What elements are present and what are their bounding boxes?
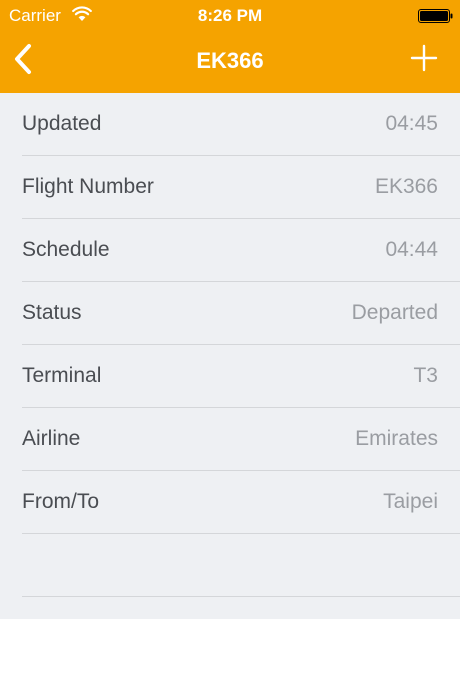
flight-details-list: Updated 04:45 Flight Number EK366 Schedu…: [0, 93, 460, 619]
detail-row-flight-number: Flight Number EK366: [0, 156, 460, 219]
detail-label: Updated: [22, 112, 102, 135]
add-button[interactable]: [406, 42, 442, 78]
status-bar: Carrier 8:26 PM: [0, 0, 460, 30]
page-title: EK366: [196, 48, 264, 73]
detail-row-from-to: From/To Taipei: [0, 471, 460, 534]
status-time: 8:26 PM: [197, 6, 263, 25]
detail-value: 04:45: [385, 112, 438, 135]
detail-row-terminal: Terminal T3: [0, 345, 460, 408]
detail-label: Schedule: [22, 238, 110, 261]
plus-icon: [410, 44, 438, 77]
detail-row-status: Status Departed: [0, 282, 460, 345]
detail-value: EK366: [374, 175, 438, 198]
detail-label: Status: [22, 301, 82, 324]
detail-label: Terminal: [22, 364, 102, 387]
detail-row-airline: Airline Emirates: [0, 408, 460, 471]
detail-row-empty: [0, 534, 460, 597]
detail-value: Emirates: [355, 427, 438, 450]
detail-row-schedule: Schedule 04:44: [0, 219, 460, 282]
detail-row-updated: Updated 04:45: [0, 93, 460, 156]
detail-label: Flight Number: [22, 175, 154, 198]
battery-icon: [418, 9, 454, 23]
detail-value: 04:44: [385, 238, 438, 261]
detail-value: Taipei: [383, 490, 438, 513]
detail-label: From/To: [22, 490, 100, 513]
detail-value: T3: [413, 364, 438, 387]
header: Carrier 8:26 PM EK366: [0, 0, 460, 93]
detail-label: Airline: [22, 427, 81, 450]
navigation-bar: EK366: [0, 30, 460, 93]
detail-value: Departed: [351, 301, 438, 324]
